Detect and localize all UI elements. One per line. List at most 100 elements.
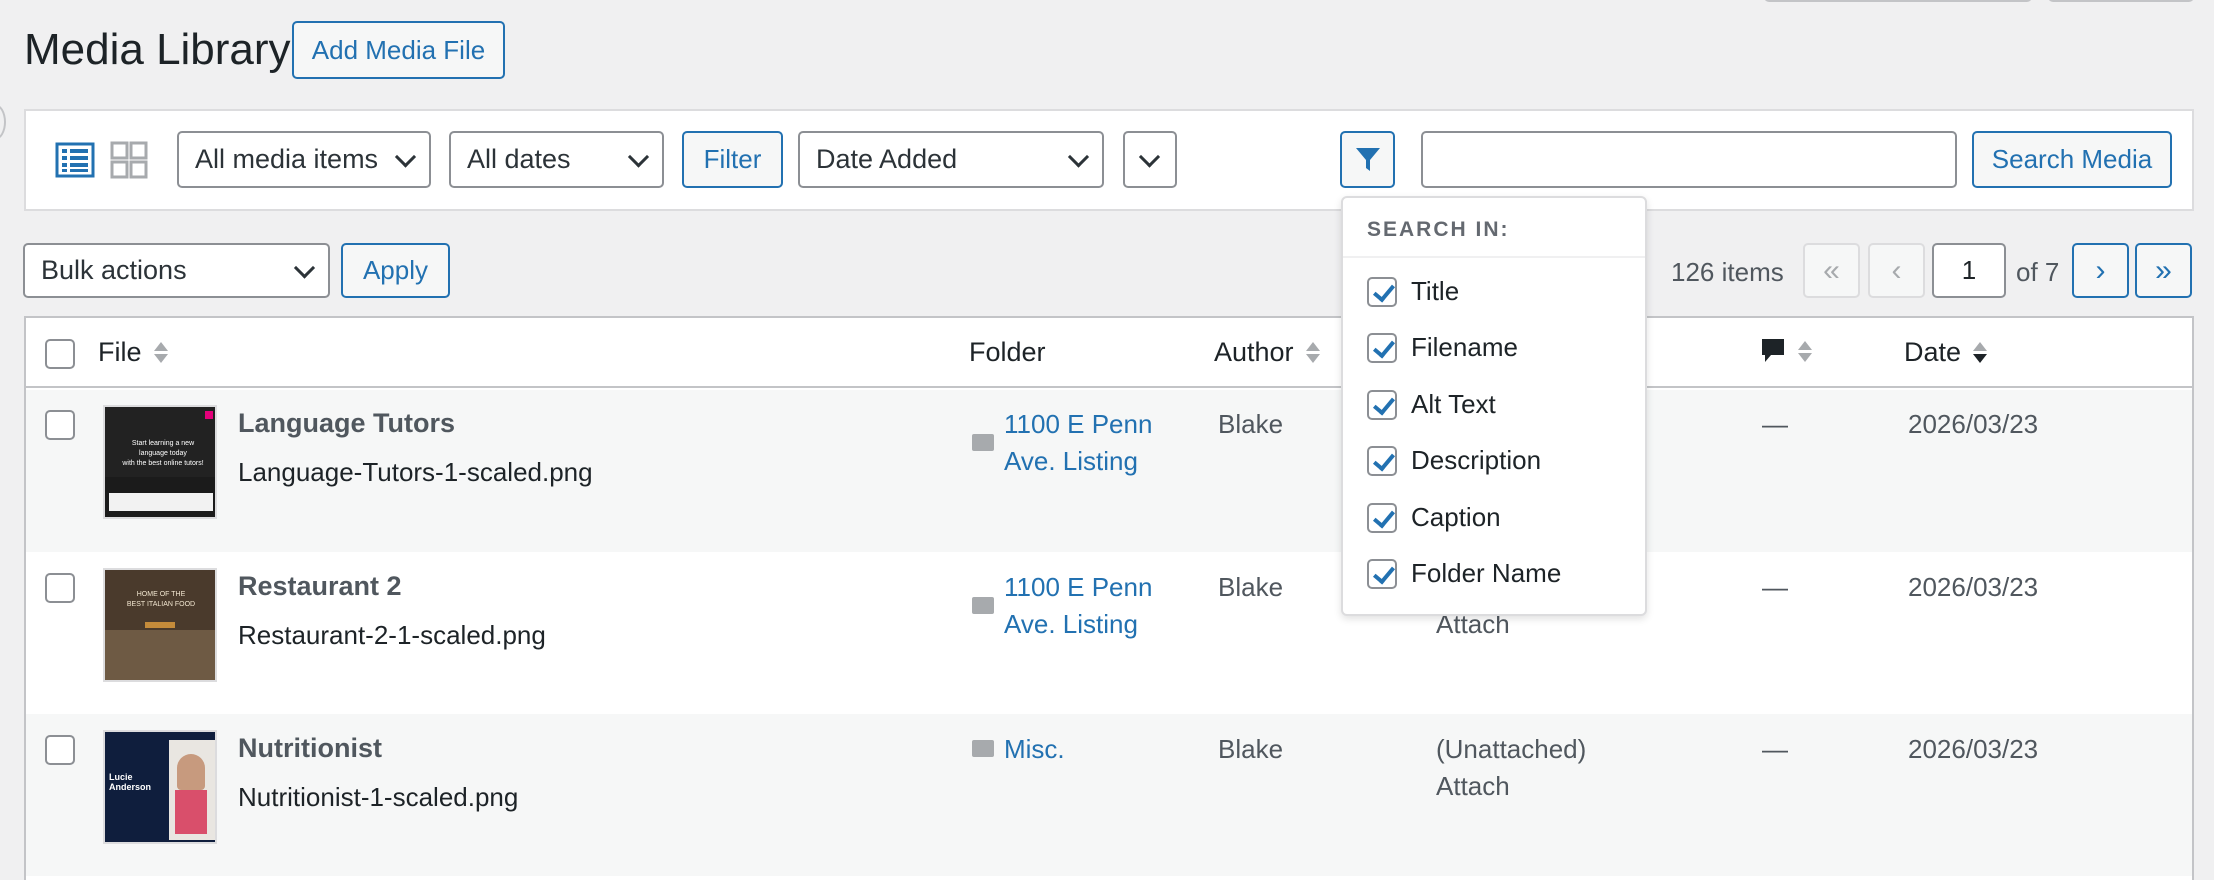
thumbnail-image[interactable]: HOME OF THE BEST ITALIAN FOOD bbox=[103, 568, 217, 682]
apply-button[interactable]: Apply bbox=[341, 243, 450, 298]
folder-icon bbox=[972, 434, 994, 451]
thumb-text: HOME OF THE bbox=[136, 591, 186, 598]
column-author[interactable]: Author bbox=[1214, 337, 1320, 368]
bulk-actions-select[interactable]: Bulk actions bbox=[23, 243, 330, 298]
media-title-link[interactable]: Nutritionist bbox=[238, 733, 382, 764]
column-file[interactable]: File bbox=[98, 337, 168, 368]
search-in-option-filename[interactable]: Filename bbox=[1367, 332, 1518, 363]
column-date[interactable]: Date bbox=[1904, 337, 1988, 368]
author-name: Blake bbox=[1218, 734, 1284, 764]
search-in-option-folder-name[interactable]: Folder Name bbox=[1367, 558, 1561, 589]
search-in-option-title[interactable]: Title bbox=[1367, 276, 1459, 307]
comment-count: — bbox=[1762, 409, 1788, 439]
row-checkbox[interactable] bbox=[45, 573, 75, 603]
media-date: 2026/03/23 bbox=[1908, 734, 2039, 764]
chevron-down-icon bbox=[627, 145, 650, 168]
collapse-menu-handle[interactable] bbox=[0, 104, 6, 140]
next-page-button[interactable]: › bbox=[2072, 243, 2129, 298]
list-view-icon[interactable] bbox=[55, 140, 95, 180]
folder-icon bbox=[972, 597, 994, 614]
folder-icon bbox=[972, 740, 994, 757]
thumbnail-image[interactable]: Lucie Anderson bbox=[103, 730, 217, 844]
add-media-file-button[interactable]: Add Media File bbox=[292, 21, 505, 79]
column-file-label: File bbox=[98, 337, 142, 367]
thumb-text: with the best online tutors! bbox=[122, 460, 204, 467]
column-author-label: Author bbox=[1214, 337, 1294, 367]
search-input[interactable] bbox=[1421, 131, 1957, 188]
option-label: Description bbox=[1411, 445, 1542, 475]
help-button[interactable] bbox=[2048, 0, 2194, 2]
row-checkbox[interactable] bbox=[45, 735, 75, 765]
filter-button[interactable]: Filter bbox=[682, 131, 783, 188]
sort-arrows-icon bbox=[1798, 340, 1812, 362]
funnel-icon bbox=[1355, 147, 1380, 171]
checkbox-checked[interactable] bbox=[1367, 445, 1397, 476]
folder-link[interactable]: 1100 E Penn Ave. Listing bbox=[1004, 406, 1152, 480]
checkbox-checked[interactable] bbox=[1367, 389, 1397, 420]
folder-link[interactable]: 1100 E Penn Ave. Listing bbox=[1004, 569, 1152, 643]
table-header bbox=[24, 316, 2194, 388]
option-label: Folder Name bbox=[1411, 558, 1562, 588]
thumb-text: BEST ITALIAN FOOD bbox=[126, 601, 196, 608]
search-in-option-caption[interactable]: Caption bbox=[1367, 502, 1501, 533]
folder-name: 1100 E Penn bbox=[1004, 409, 1153, 439]
last-page-button[interactable]: » bbox=[2135, 243, 2192, 298]
media-type-select[interactable]: All media items bbox=[177, 131, 431, 188]
search-in-heading: SEARCH IN: bbox=[1367, 218, 1510, 241]
chevron-down-icon bbox=[394, 145, 417, 168]
page-title: Media Library bbox=[24, 25, 291, 74]
chevron-down-icon bbox=[1138, 145, 1161, 168]
media-date: 2026/03/23 bbox=[1908, 409, 2039, 439]
option-label: Filename bbox=[1411, 332, 1518, 362]
prev-page-button: ‹ bbox=[1868, 243, 1925, 298]
media-filename: Language-Tutors-1-scaled.png bbox=[238, 457, 593, 487]
chevron-down-icon bbox=[1067, 145, 1090, 168]
checkbox-checked[interactable] bbox=[1367, 558, 1397, 589]
column-date-label: Date bbox=[1904, 337, 1962, 367]
first-page-button: « bbox=[1803, 243, 1860, 298]
divider bbox=[1343, 256, 1645, 258]
date-select[interactable]: All dates bbox=[449, 131, 664, 188]
sort-by-select[interactable]: Date Added bbox=[798, 131, 1104, 188]
checkbox-checked[interactable] bbox=[1367, 332, 1397, 363]
attach-link[interactable]: Attach bbox=[1436, 768, 1586, 805]
uploaded-status: (Unattached) bbox=[1436, 734, 1587, 764]
search-filter-toggle-button[interactable] bbox=[1340, 131, 1395, 188]
column-comments[interactable] bbox=[1760, 337, 1812, 365]
folder-name: 1100 E Penn bbox=[1004, 572, 1153, 602]
column-folder-label: Folder bbox=[969, 337, 1046, 367]
thumbnail-image[interactable]: Start learning a new language today with… bbox=[103, 405, 217, 519]
bulk-actions-value: Bulk actions bbox=[41, 255, 187, 285]
chevron-down-icon bbox=[293, 256, 316, 279]
sort-order-select[interactable] bbox=[1123, 131, 1177, 188]
thumb-text: Start learning a new bbox=[131, 440, 195, 447]
option-label: Title bbox=[1411, 276, 1460, 306]
folder-link[interactable]: Misc. bbox=[1004, 731, 1065, 768]
media-title-link[interactable]: Language Tutors bbox=[238, 408, 455, 439]
media-filename: Restaurant-2-1-scaled.png bbox=[238, 620, 546, 650]
total-pages: of 7 bbox=[2016, 257, 2060, 287]
comment-count: — bbox=[1762, 734, 1788, 764]
grid-view-icon[interactable] bbox=[109, 140, 149, 180]
option-label: Caption bbox=[1411, 502, 1501, 532]
folder-name: Misc. bbox=[1004, 734, 1065, 764]
checkbox-checked[interactable] bbox=[1367, 276, 1397, 307]
search-in-dropdown: SEARCH IN: Title Filename Alt Text Descr… bbox=[1341, 196, 1647, 616]
select-all-checkbox[interactable] bbox=[45, 339, 75, 369]
search-in-option-description[interactable]: Description bbox=[1367, 445, 1541, 476]
search-in-option-alt-text[interactable]: Alt Text bbox=[1367, 389, 1496, 420]
search-media-button[interactable]: Search Media bbox=[1972, 131, 2172, 188]
checkbox-checked[interactable] bbox=[1367, 502, 1397, 533]
media-date: 2026/03/23 bbox=[1908, 572, 2039, 602]
media-filename: Nutritionist-1-scaled.png bbox=[238, 782, 519, 812]
screen-options-button[interactable] bbox=[1764, 0, 2032, 2]
media-title-link[interactable]: Restaurant 2 bbox=[238, 571, 402, 602]
sort-by-value: Date Added bbox=[816, 144, 958, 174]
sort-arrows-icon bbox=[1305, 342, 1320, 363]
folder-name: Ave. Listing bbox=[1004, 446, 1138, 476]
comment-bubble-icon bbox=[1762, 339, 1784, 362]
column-folder: Folder bbox=[969, 337, 1046, 368]
thumb-text: language today bbox=[139, 450, 187, 457]
row-checkbox[interactable] bbox=[45, 410, 75, 440]
current-page-input[interactable]: 1 bbox=[1932, 243, 2006, 298]
